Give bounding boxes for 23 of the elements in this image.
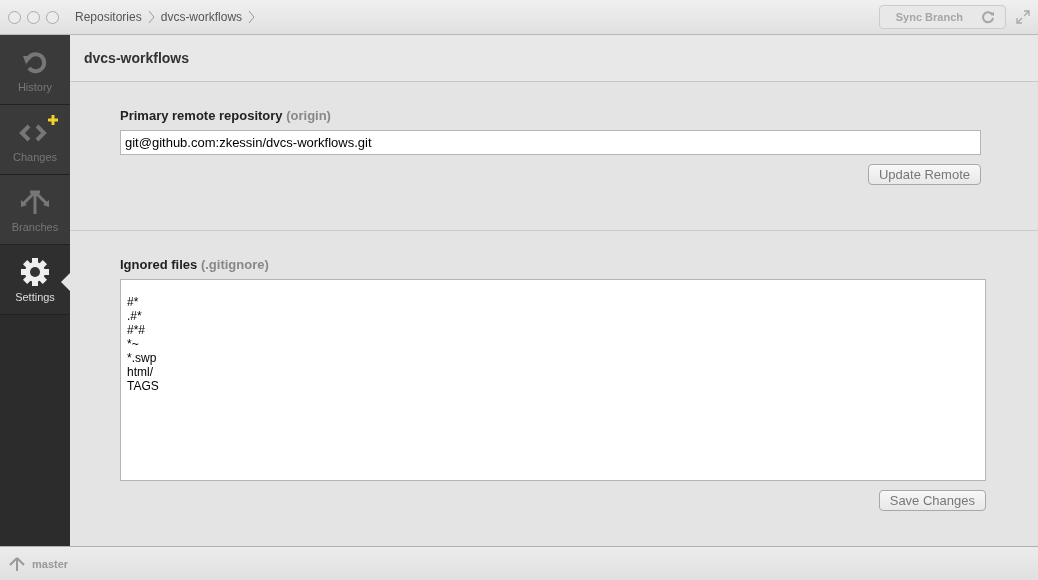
field-label: Primary remote repository (origin): [120, 108, 332, 123]
chevron-right-icon: [147, 10, 155, 24]
breadcrumb-item[interactable]: Repositories: [75, 10, 142, 24]
remote-url-field[interactable]: git@github.com:zkessin/dvcs-workflows.git: [120, 130, 981, 155]
branch-arrows-icon: [8, 555, 26, 572]
gitignore-text-area[interactable]: #* .#* #*# *~ *.swp html/ TAGS: [120, 279, 986, 481]
field-label: Ignored files (.gitignore): [120, 257, 270, 272]
settings-icon: [20, 256, 50, 287]
sidebar-item[interactable]: History: [0, 35, 70, 105]
repository-title: dvcs-workflows: [84, 50, 190, 66]
close-button[interactable]: [8, 10, 21, 24]
breadcrumb-item[interactable]: dvcs-workflows: [160, 10, 243, 24]
minimize-button[interactable]: [27, 10, 40, 24]
selection-pointer-icon: [61, 273, 70, 291]
chevron-right-icon: [248, 10, 256, 24]
branch-name: master: [32, 557, 69, 570]
sidebar-item[interactable]: Changes: [0, 105, 70, 175]
fullscreen-icon[interactable]: [1016, 10, 1030, 24]
zoom-button[interactable]: [46, 10, 59, 24]
sidebar-item[interactable]: Branches: [0, 175, 70, 245]
refresh-icon: [981, 10, 995, 24]
save-changes-button[interactable]: Save Changes: [878, 490, 986, 511]
update-remote-button[interactable]: Update Remote: [867, 164, 981, 185]
